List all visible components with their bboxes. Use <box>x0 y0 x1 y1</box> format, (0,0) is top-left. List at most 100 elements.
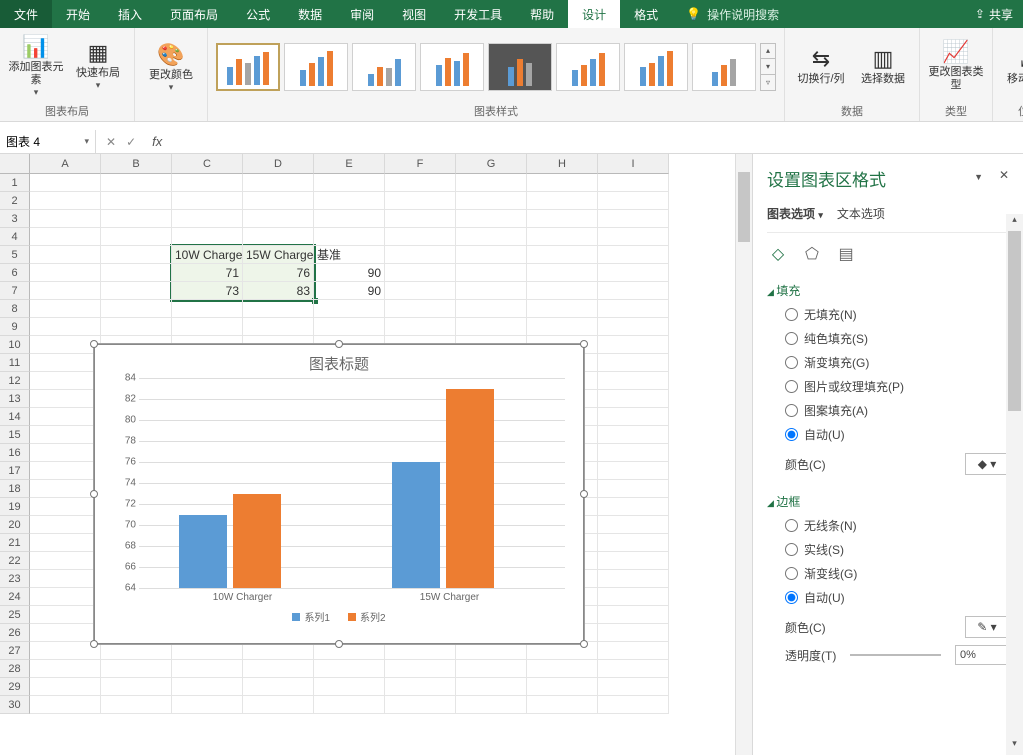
cell[interactable] <box>527 228 598 246</box>
select-data-button[interactable]: ▥ 选择数据 <box>855 34 911 100</box>
cell[interactable] <box>598 498 669 516</box>
radio-option[interactable]: 渐变线(G) <box>785 565 1009 582</box>
resize-handle[interactable] <box>90 340 98 348</box>
radio-option[interactable]: 纯色填充(S) <box>785 330 1009 347</box>
cell[interactable] <box>527 246 598 264</box>
gallery-prev[interactable]: ▴ <box>761 44 775 60</box>
cell[interactable] <box>30 408 101 426</box>
cell[interactable] <box>456 300 527 318</box>
cell[interactable] <box>30 228 101 246</box>
radio-option[interactable]: 自动(U) <box>785 426 1009 443</box>
row-header[interactable]: 30 <box>0 696 30 714</box>
row-header[interactable]: 29 <box>0 678 30 696</box>
panel-tab-textoptions[interactable]: 文本选项 <box>837 205 885 222</box>
chart-style-thumb[interactable] <box>556 43 620 91</box>
cell[interactable]: 71 <box>172 264 243 282</box>
cell[interactable] <box>314 696 385 714</box>
scroll-up-icon[interactable]: ▴ <box>1006 214 1023 231</box>
cell[interactable] <box>243 642 314 660</box>
cell[interactable] <box>172 192 243 210</box>
cell[interactable] <box>30 588 101 606</box>
cell[interactable] <box>314 228 385 246</box>
cell[interactable] <box>598 678 669 696</box>
cell[interactable] <box>314 660 385 678</box>
row-header[interactable]: 2 <box>0 192 30 210</box>
switch-row-column-button[interactable]: ⇆ 切换行/列 <box>793 34 849 100</box>
tab-review[interactable]: 审阅 <box>336 0 388 28</box>
quick-layout-button[interactable]: ▦ 快速布局 ▾ <box>70 34 126 100</box>
cell[interactable] <box>172 300 243 318</box>
row-header[interactable]: 18 <box>0 480 30 498</box>
cell[interactable] <box>172 696 243 714</box>
chart-style-thumb[interactable] <box>284 43 348 91</box>
cell[interactable] <box>598 192 669 210</box>
radio-input[interactable] <box>785 404 798 417</box>
cell[interactable] <box>243 210 314 228</box>
cell[interactable] <box>314 300 385 318</box>
cell[interactable] <box>598 300 669 318</box>
cell[interactable] <box>101 660 172 678</box>
move-chart-button[interactable]: ⤢ 移动图表 <box>1001 34 1023 100</box>
gallery-next[interactable]: ▾ <box>761 59 775 75</box>
radio-input[interactable] <box>785 591 798 604</box>
cell[interactable] <box>30 624 101 642</box>
cell[interactable] <box>598 552 669 570</box>
row-header[interactable]: 4 <box>0 228 30 246</box>
select-all-button[interactable] <box>0 154 30 174</box>
cell[interactable]: 15W Charger <box>243 246 314 264</box>
cell[interactable] <box>314 192 385 210</box>
gallery-more[interactable]: ▿ <box>761 75 775 90</box>
cell[interactable]: 73 <box>172 282 243 300</box>
cell[interactable] <box>385 678 456 696</box>
cell[interactable] <box>243 660 314 678</box>
cell[interactable] <box>314 318 385 336</box>
radio-input[interactable] <box>785 308 798 321</box>
cell[interactable] <box>101 228 172 246</box>
fill-section-header[interactable]: 填充 <box>767 279 1009 302</box>
cell[interactable] <box>172 210 243 228</box>
radio-option[interactable]: 图案填充(A) <box>785 402 1009 419</box>
row-header[interactable]: 20 <box>0 516 30 534</box>
chart-style-thumb[interactable] <box>624 43 688 91</box>
radio-input[interactable] <box>785 543 798 556</box>
radio-option[interactable]: 自动(U) <box>785 589 1009 606</box>
cell[interactable] <box>172 660 243 678</box>
cell[interactable] <box>30 498 101 516</box>
tab-view[interactable]: 视图 <box>388 0 440 28</box>
cell[interactable] <box>30 372 101 390</box>
radio-input[interactable] <box>785 428 798 441</box>
fill-color-button[interactable]: ◆ ▾ <box>965 453 1009 475</box>
tab-insert[interactable]: 插入 <box>104 0 156 28</box>
row-header[interactable]: 17 <box>0 462 30 480</box>
cell[interactable] <box>598 282 669 300</box>
radio-input[interactable] <box>785 356 798 369</box>
row-header[interactable]: 6 <box>0 264 30 282</box>
resize-handle[interactable] <box>90 490 98 498</box>
radio-option[interactable]: 图片或纹理填充(P) <box>785 378 1009 395</box>
cell[interactable] <box>598 318 669 336</box>
cell[interactable] <box>101 678 172 696</box>
chart-style-thumb[interactable] <box>692 43 756 91</box>
cell[interactable] <box>598 642 669 660</box>
column-header[interactable]: G <box>456 154 527 174</box>
cell[interactable] <box>101 174 172 192</box>
cell[interactable] <box>598 174 669 192</box>
cell[interactable] <box>30 678 101 696</box>
resize-handle[interactable] <box>90 640 98 648</box>
cell[interactable] <box>101 246 172 264</box>
cell[interactable] <box>101 318 172 336</box>
cell[interactable] <box>30 282 101 300</box>
cell[interactable] <box>598 534 669 552</box>
cancel-icon[interactable]: ✕ <box>106 135 116 149</box>
row-header[interactable]: 11 <box>0 354 30 372</box>
radio-option[interactable]: 渐变填充(G) <box>785 354 1009 371</box>
cell[interactable] <box>527 282 598 300</box>
cell[interactable] <box>598 336 669 354</box>
fill-line-icon[interactable]: ◇ <box>767 243 789 265</box>
resize-handle[interactable] <box>580 340 588 348</box>
cell[interactable] <box>385 228 456 246</box>
cell[interactable] <box>456 660 527 678</box>
radio-input[interactable] <box>785 519 798 532</box>
row-header[interactable]: 5 <box>0 246 30 264</box>
radio-input[interactable] <box>785 380 798 393</box>
